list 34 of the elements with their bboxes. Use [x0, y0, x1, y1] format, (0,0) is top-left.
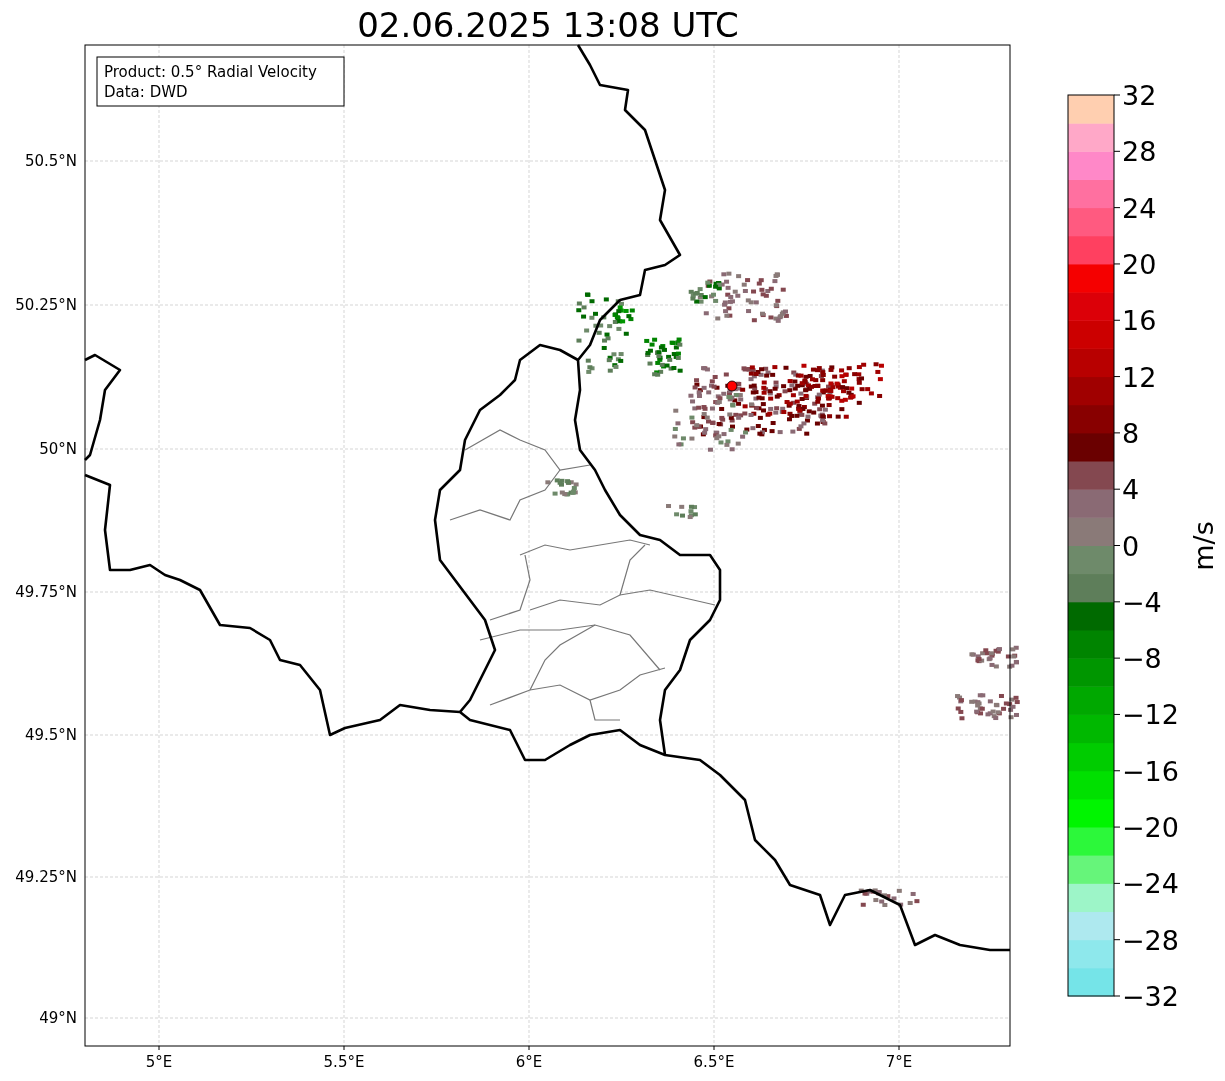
latitude-label: 50.25°N — [15, 296, 77, 314]
colorbar-tick-label: 32 — [1122, 80, 1157, 111]
latitude-label: 49°N — [39, 1009, 77, 1027]
latitude-label: 50°N — [39, 440, 77, 458]
latitude-label: 50.5°N — [24, 152, 77, 170]
longitude-label: 5°E — [145, 1053, 173, 1071]
colorbar-tick-label: 0 — [1122, 530, 1140, 562]
radar-site-marker — [726, 380, 738, 392]
latitude-label: 49.75°N — [15, 583, 77, 601]
colorbar-unit-label: m/s — [1188, 521, 1219, 571]
colorbar-tick-label: 12 — [1122, 361, 1157, 393]
colorbar-tick-label: 20 — [1122, 248, 1157, 280]
colorbar-tick-label: −12 — [1122, 699, 1179, 731]
colorbar-tick-label: −8 — [1122, 643, 1162, 675]
colorbar-tick-label: 4 — [1122, 474, 1140, 506]
latitude-label: 49.25°N — [15, 868, 77, 886]
chart-title: 02.06.2025 13:08 UTC — [357, 5, 739, 45]
colorbar-tick-label: −4 — [1122, 586, 1162, 618]
colorbar-tick-label: −28 — [1122, 924, 1179, 956]
info-text: Product: 0.5° Radial Velocity — [104, 63, 317, 81]
longitude-label: 6°E — [515, 1053, 543, 1071]
colorbar-tick-label: 28 — [1122, 136, 1157, 168]
latitude-label: 49.5°N — [24, 726, 77, 744]
colorbar-tick-label: 24 — [1122, 192, 1157, 224]
colorbar-tick-label: −32 — [1122, 981, 1179, 1012]
colorbar-tick-label: −20 — [1122, 812, 1179, 844]
colorbar-tick-label: 8 — [1122, 417, 1140, 449]
colorbar-tick-label: 16 — [1122, 305, 1157, 337]
longitude-label: 5.5°E — [323, 1053, 365, 1071]
colorbar-tick-label: −16 — [1122, 755, 1179, 787]
info-text: Data: DWD — [104, 83, 188, 101]
colorbar-tick-label: −24 — [1122, 868, 1179, 900]
longitude-label: 6.5°E — [693, 1053, 735, 1071]
longitude-label: 7°E — [885, 1053, 913, 1071]
